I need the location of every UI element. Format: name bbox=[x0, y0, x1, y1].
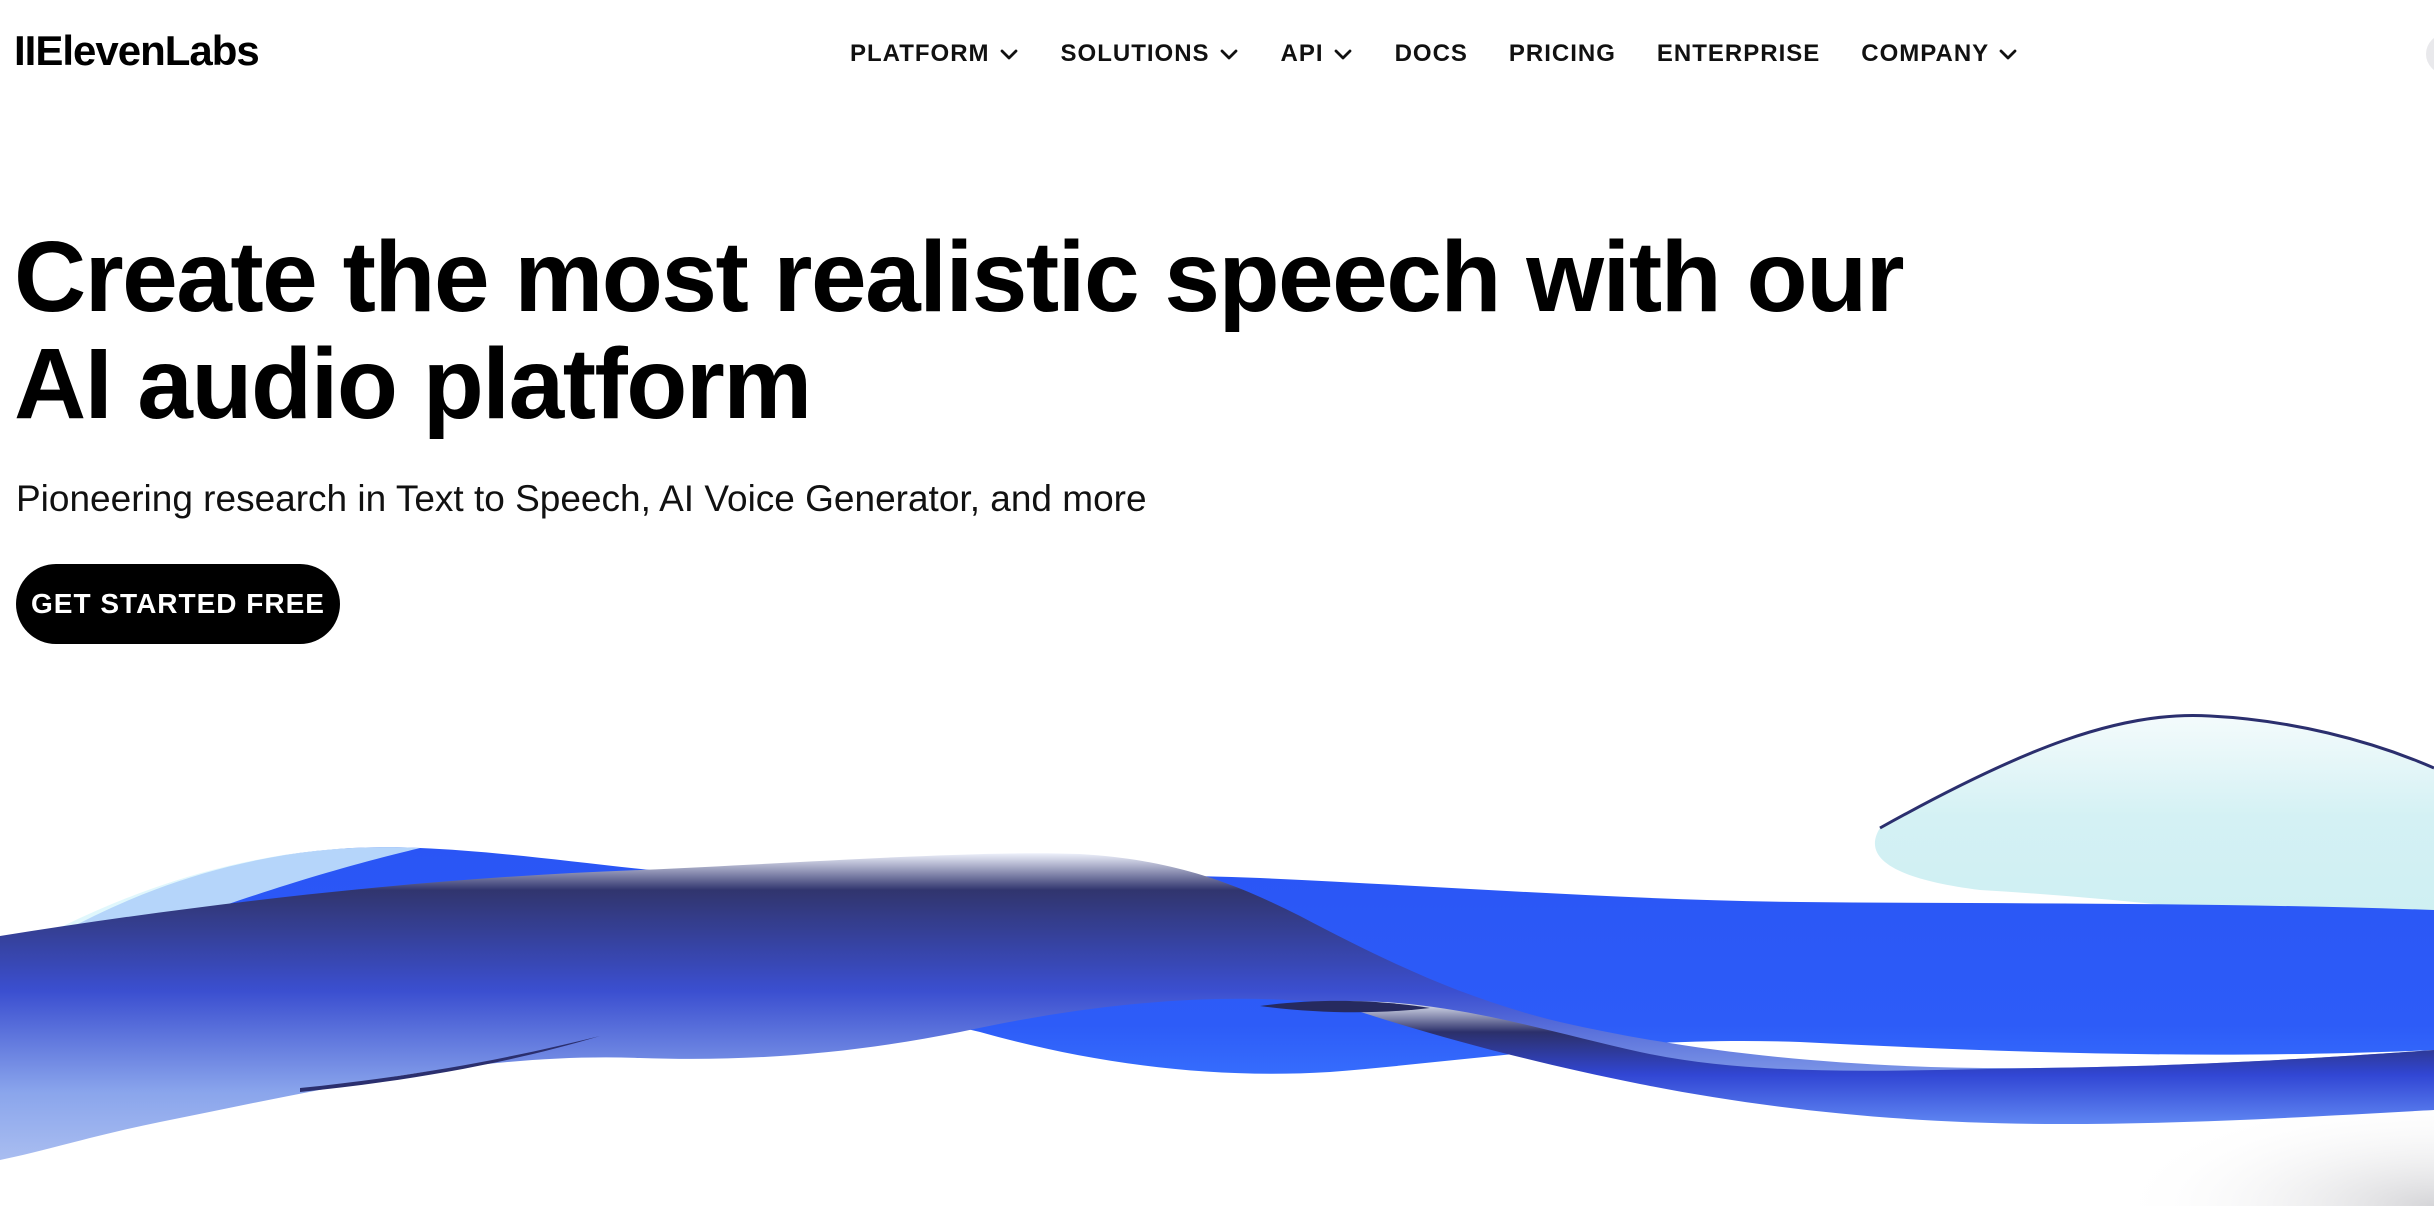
nav-docs-label: DOCS bbox=[1394, 40, 1468, 67]
nav-platform-label: PLATFORM bbox=[850, 40, 990, 67]
nav-pricing[interactable]: PRICING bbox=[1509, 36, 1616, 72]
hero-subtitle: Pioneering research in Text to Speech, A… bbox=[16, 478, 1147, 519]
hero-title: Create the most realistic speech with ou… bbox=[14, 224, 1914, 438]
nav-solutions[interactable]: SOLUTIONS bbox=[1061, 36, 1240, 72]
elevenlabs-logo[interactable]: IIElevenLabs bbox=[14, 26, 260, 76]
avatar[interactable] bbox=[2426, 34, 2434, 74]
nav-company[interactable]: COMPANY bbox=[1861, 36, 2019, 72]
nav-solutions-label: SOLUTIONS bbox=[1060, 40, 1210, 67]
chevron-down-icon bbox=[1332, 43, 1354, 65]
nav-platform[interactable]: PLATFORM bbox=[850, 36, 1020, 72]
nav-api[interactable]: API bbox=[1281, 36, 1354, 72]
chevron-down-icon bbox=[1997, 43, 2019, 65]
nav-enterprise-label: ENTERPRISE bbox=[1656, 40, 1821, 67]
hero-wave-illustration bbox=[0, 640, 2434, 1206]
nav-enterprise[interactable]: ENTERPRISE bbox=[1657, 36, 1820, 72]
main-nav: PLATFORM SOLUTIONS API DOCS PRICING ENTE… bbox=[850, 36, 2019, 72]
page: IIElevenLabs PLATFORM SOLUTIONS API DOCS… bbox=[0, 0, 2434, 1206]
chevron-down-icon bbox=[1218, 43, 1240, 65]
hero-title-line-1: Create the most realistic speech with ou… bbox=[14, 221, 1905, 333]
nav-company-label: COMPANY bbox=[1861, 40, 1990, 67]
nav-docs[interactable]: DOCS bbox=[1395, 36, 1468, 72]
nav-pricing-label: PRICING bbox=[1508, 40, 1616, 67]
hero-title-line-2: AI audio platform bbox=[14, 328, 812, 440]
site-header: IIElevenLabs PLATFORM SOLUTIONS API DOCS… bbox=[0, 0, 2434, 106]
nav-api-label: API bbox=[1280, 40, 1324, 67]
chevron-down-icon bbox=[998, 43, 1020, 65]
get-started-free-button[interactable]: GET STARTED FREE bbox=[16, 564, 340, 644]
